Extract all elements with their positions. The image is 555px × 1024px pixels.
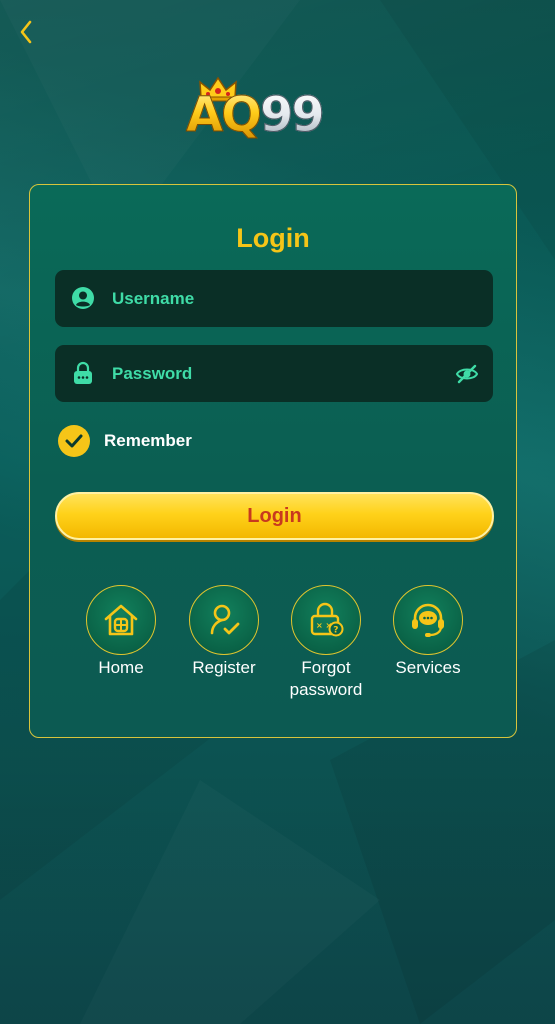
register-link[interactable]: Register: [169, 585, 279, 679]
brand-logo: AQ99: [186, 76, 366, 143]
username-placeholder: Username: [112, 289, 195, 308]
login-title: Login: [236, 223, 310, 253]
username-field[interactable]: Username: [55, 270, 493, 327]
forgot-password-icon: × × ?: [291, 585, 361, 655]
login-button[interactable]: Login: [55, 492, 494, 540]
logo-text-aq: AQ: [186, 87, 263, 143]
back-button[interactable]: [12, 18, 40, 46]
forgot-password-label: Forgot password: [289, 658, 363, 699]
login-button-label: Login: [247, 504, 302, 527]
user-icon: [72, 287, 94, 309]
login-card: Login Username Password Remember Login H…: [29, 184, 517, 738]
home-icon: [86, 585, 156, 655]
checkmark-icon: [58, 425, 90, 457]
remember-label: Remember: [104, 431, 192, 450]
home-link[interactable]: Home: [66, 585, 176, 679]
remember-checkbox[interactable]: Remember: [58, 425, 192, 457]
services-link[interactable]: Services: [373, 585, 483, 679]
forgot-password-link[interactable]: × × ? Forgot password: [271, 585, 381, 701]
lock-icon: [74, 361, 92, 384]
register-label: Register: [192, 658, 256, 677]
chevron-left-icon: [20, 20, 32, 44]
password-placeholder: Password: [112, 364, 193, 383]
services-label: Services: [395, 658, 461, 677]
home-label: Home: [98, 658, 144, 677]
eye-off-icon[interactable]: [455, 362, 479, 386]
password-field[interactable]: Password: [55, 345, 493, 402]
logo-text-99: 99: [259, 87, 325, 143]
shortcut-links: Home Register × × ? Forgot password Serv…: [30, 585, 516, 705]
svg-text:?: ?: [333, 626, 338, 636]
register-icon: [189, 585, 259, 655]
customer-service-icon: [393, 585, 463, 655]
